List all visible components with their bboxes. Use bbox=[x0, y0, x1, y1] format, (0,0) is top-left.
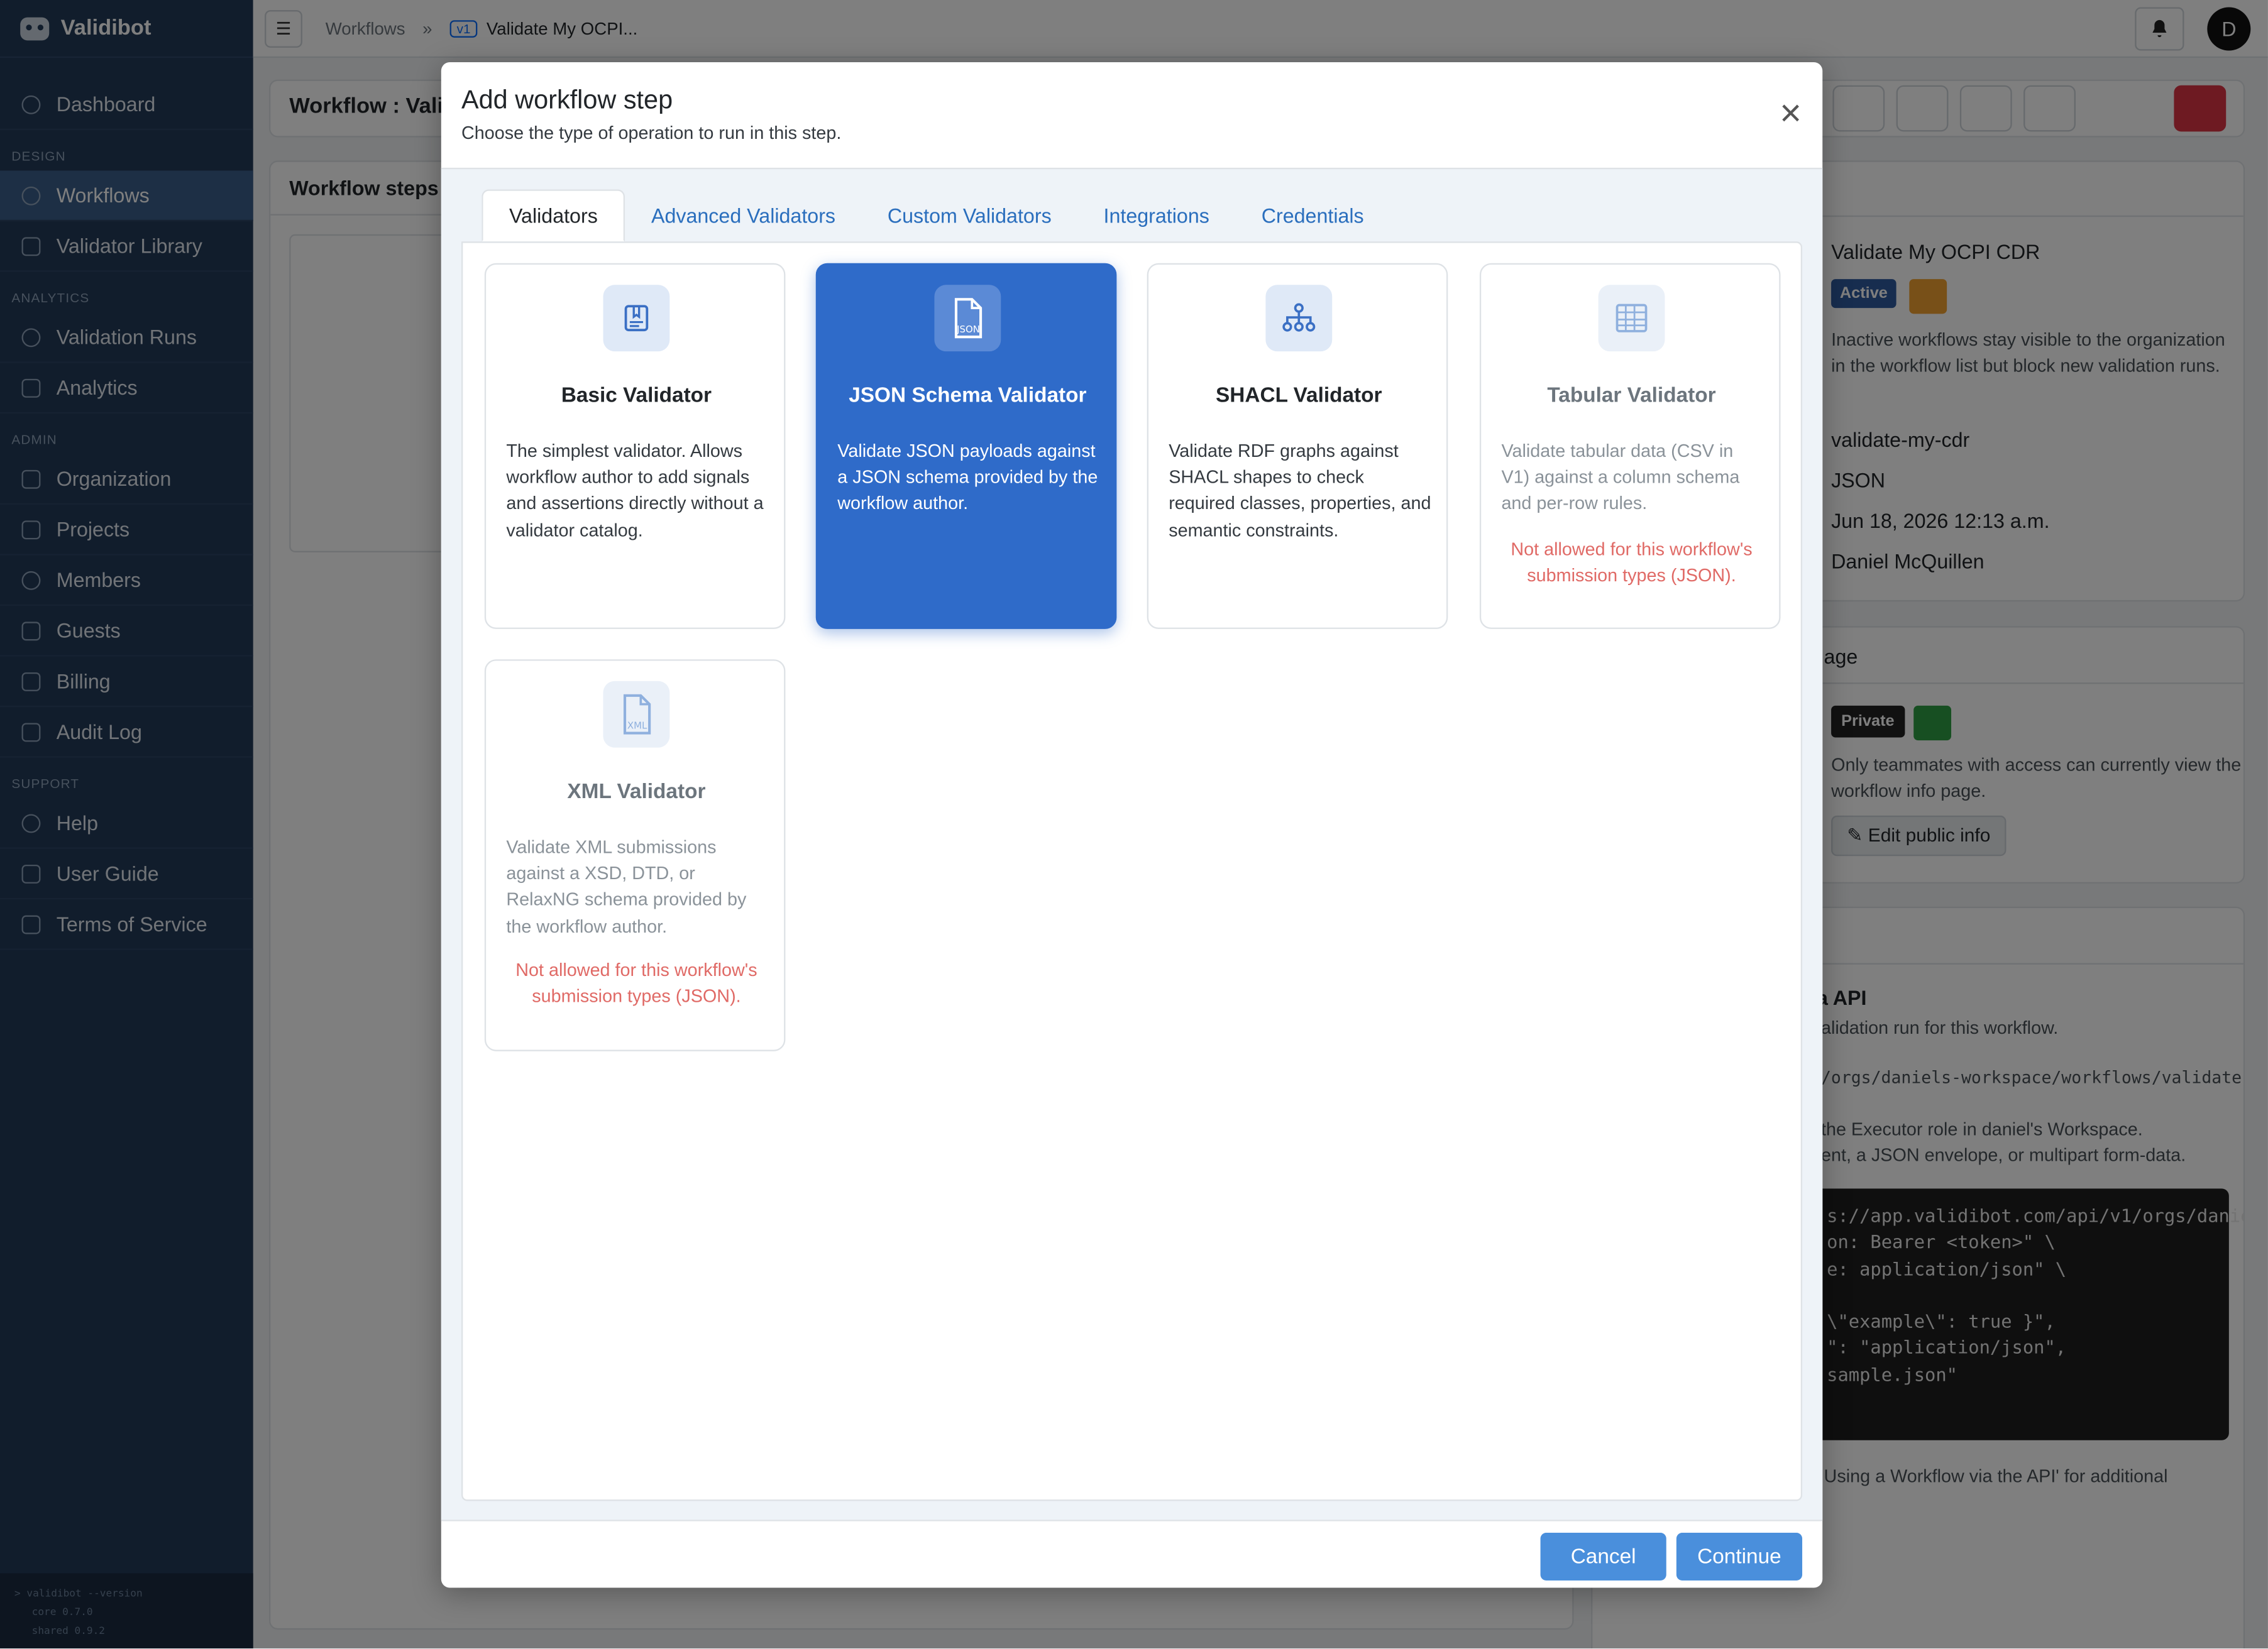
validator-name: SHACL Validator bbox=[1216, 385, 1382, 408]
validator-description: The simplest validator. Allows workflow … bbox=[506, 441, 764, 540]
validator-name: XML Validator bbox=[567, 781, 706, 804]
close-icon[interactable]: × bbox=[1773, 94, 1808, 132]
table-icon bbox=[1598, 285, 1665, 352]
svg-text:JSON: JSON bbox=[956, 324, 980, 335]
validator-tabs: Validators Advanced Validators Custom Va… bbox=[482, 189, 1390, 242]
tab-validators[interactable]: Validators bbox=[482, 189, 625, 242]
continue-button[interactable]: Continue bbox=[1676, 1533, 1803, 1581]
json-file-icon: JSON bbox=[934, 285, 1001, 352]
modal-footer: Cancel Continue bbox=[441, 1520, 1823, 1587]
validator-card-basic[interactable]: Basic Validator The simplest validator. … bbox=[484, 263, 786, 629]
modal-title: Add workflow step bbox=[461, 85, 673, 114]
validator-name: JSON Schema Validator bbox=[849, 385, 1087, 408]
tab-integrations[interactable]: Integrations bbox=[1077, 189, 1235, 241]
validator-description: Validate RDF graphs against SHACL shapes… bbox=[1169, 441, 1431, 540]
book-icon bbox=[603, 285, 670, 352]
modal-subtitle: Choose the type of operation to run in t… bbox=[461, 123, 842, 143]
tab-custom-validators[interactable]: Custom Validators bbox=[861, 189, 1077, 241]
tab-credentials[interactable]: Credentials bbox=[1235, 189, 1390, 241]
validators-panel: Basic Validator The simplest validator. … bbox=[461, 241, 1803, 1501]
validator-name: Basic Validator bbox=[561, 385, 712, 408]
svg-text:XML: XML bbox=[627, 720, 647, 731]
validator-card-shacl[interactable]: SHACL Validator Validate RDF graphs agai… bbox=[1147, 263, 1448, 629]
validator-description: Validate JSON payloads against a JSON sc… bbox=[837, 441, 1098, 514]
validator-warning: Not allowed for this workflow's submissi… bbox=[1511, 539, 1753, 586]
modal-body: Validators Advanced Validators Custom Va… bbox=[441, 167, 1823, 1520]
validator-description: Validate tabular data (CSV in V1) agains… bbox=[1501, 441, 1740, 514]
validator-description: Validate XML submissions against a XSD, … bbox=[506, 837, 747, 937]
validator-card-xml: XML XML Validator Validate XML submissio… bbox=[484, 659, 786, 1051]
hierarchy-icon bbox=[1265, 285, 1333, 352]
validator-warning: Not allowed for this workflow's submissi… bbox=[515, 960, 757, 1007]
cancel-button[interactable]: Cancel bbox=[1540, 1533, 1666, 1581]
tab-advanced-validators[interactable]: Advanced Validators bbox=[625, 189, 862, 241]
validator-card-tabular: Tabular Validator Validate tabular data … bbox=[1479, 263, 1781, 629]
add-step-modal: Add workflow step Choose the type of ope… bbox=[441, 62, 1823, 1588]
validator-card-json-schema[interactable]: JSON JSON Schema Validator Validate JSON… bbox=[815, 263, 1117, 629]
validator-name: Tabular Validator bbox=[1547, 385, 1716, 408]
xml-file-icon: XML bbox=[603, 681, 670, 748]
